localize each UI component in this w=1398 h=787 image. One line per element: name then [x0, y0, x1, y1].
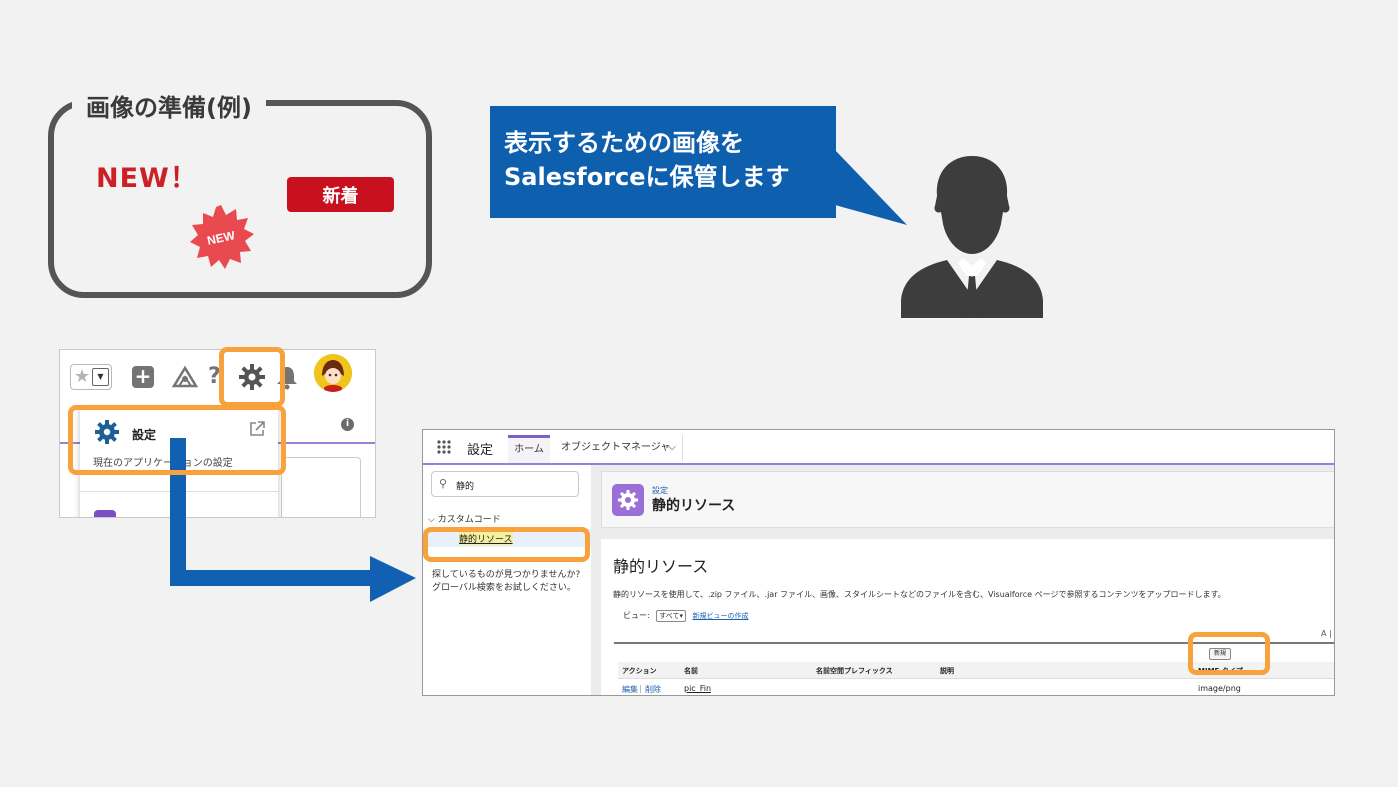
tree-section-custom-code[interactable]: ⌵ カスタムコード: [428, 512, 501, 525]
tab-object-manager-label: オブジェクトマネージャ: [561, 442, 671, 453]
person-silhouette-icon: [901, 156, 1043, 318]
column-header-action[interactable]: アクション: [622, 666, 657, 676]
delete-link[interactable]: 削除: [645, 684, 661, 695]
not-found-hint: 探しているものが見つかりませんか? グローバル検索をお試しください。: [432, 570, 581, 593]
setup-sidebar: ⚲ ⌵ カスタムコード 静的リソース 探しているものが見つかりませんか? グロー…: [423, 465, 592, 695]
tab-object-manager[interactable]: オブジェクトマネージャ ⌵: [553, 435, 683, 461]
avatar[interactable]: [314, 354, 352, 392]
speech-bubble: 表示するための画像を Salesforceに保管します: [490, 106, 836, 218]
star-icon: ★: [74, 366, 91, 387]
view-select-value: すべて: [659, 612, 680, 620]
search-icon: ⚲: [439, 477, 448, 490]
plus-icon[interactable]: +: [132, 366, 154, 388]
section-description: 静的リソースを使用して、.zip ファイル、.jar ファイル、画像、スタイルシ…: [613, 590, 1226, 599]
create-view-link[interactable]: 新規ビューの作成: [693, 612, 749, 620]
alphabet-filter[interactable]: A |: [1321, 629, 1332, 638]
quick-find-box[interactable]: ⚲: [431, 471, 579, 497]
app-launcher-icon[interactable]: [437, 440, 451, 454]
view-select[interactable]: すべて▾: [656, 610, 686, 622]
app-title: 設定: [467, 443, 494, 458]
view-bar: ビュー: すべて▾ 新規ビューの作成: [623, 610, 749, 622]
setup-topbar: 設定 ホーム オブジェクトマネージャ ⌵: [423, 430, 1334, 463]
highlight-gear: [219, 347, 285, 407]
speech-bubble-line-1: 表示するための画像を: [504, 129, 744, 157]
sample-new-badge: 新着: [287, 177, 394, 212]
column-header-namespace[interactable]: 名前空間プレフィックス: [816, 666, 893, 676]
trailhead-icon[interactable]: [172, 364, 198, 390]
developer-console-icon: [94, 510, 116, 517]
tab-home[interactable]: ホーム: [508, 435, 550, 463]
action-separator: |: [639, 684, 642, 693]
section-title: 静的リソース: [613, 557, 709, 576]
speech-bubble-line-2: Salesforceに保管します: [504, 163, 790, 191]
highlight-setup-menu: [68, 405, 286, 475]
quick-find-input[interactable]: [454, 475, 576, 495]
info-icon[interactable]: i: [341, 418, 354, 431]
view-label: ビュー:: [623, 611, 650, 620]
resource-mime-type: image/png: [1198, 684, 1241, 693]
resource-name-link[interactable]: pic_Fin: [684, 684, 711, 693]
highlight-new-button: [1188, 632, 1270, 675]
column-header-description[interactable]: 説明: [940, 666, 954, 676]
edit-link[interactable]: 編集: [622, 684, 638, 695]
page-header: 設定 静的リソース: [601, 471, 1334, 528]
column-header-name[interactable]: 名前: [684, 666, 698, 676]
chevron-down-icon[interactable]: ⌵: [668, 435, 676, 461]
sample-new-text: NEW！: [96, 163, 198, 194]
page-title: 静的リソース: [652, 498, 736, 514]
tree-section-label: カスタムコード: [437, 515, 501, 525]
favorites-button[interactable]: ★ ▼: [70, 364, 112, 390]
sample-new-starburst: NEW: [190, 205, 254, 269]
image-prep-title: 画像の準備(例): [72, 76, 266, 133]
chevron-down-icon[interactable]: ▼: [92, 368, 109, 386]
setup-gear-icon: [612, 484, 644, 516]
highlight-static-resources: [423, 527, 590, 562]
avatar-icon: [314, 354, 352, 392]
